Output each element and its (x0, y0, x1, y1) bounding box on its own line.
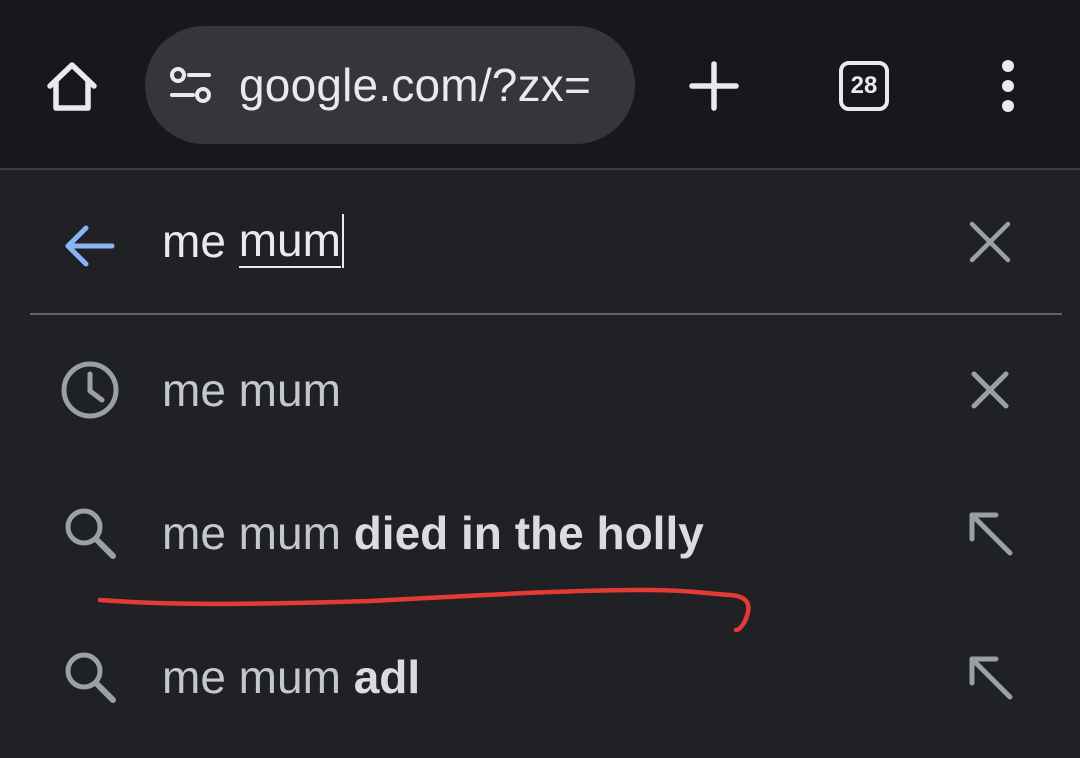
home-button[interactable] (34, 48, 110, 124)
chrome-omnibox-screen: google.com/?zx= 28 me mum me mum me mum … (0, 0, 1080, 758)
address-bar[interactable]: google.com/?zx= (145, 26, 635, 144)
suggestion-search-item[interactable]: me mum died in the holly (0, 468, 1080, 598)
tune-icon (170, 67, 211, 103)
tab-switcher-icon: 28 (839, 61, 889, 111)
search-icon (58, 501, 122, 565)
fill-query-button[interactable] (958, 645, 1022, 709)
fill-query-button[interactable] (958, 501, 1022, 565)
search-icon (58, 645, 122, 709)
search-input-composing: mum (238, 214, 341, 268)
arrow-back-icon (65, 225, 115, 267)
history-icon (58, 358, 122, 422)
clear-input-button[interactable] (958, 210, 1022, 274)
suggestion-bold-text: died in the holly (353, 507, 704, 559)
url-text: google.com/?zx= (239, 59, 592, 111)
text-caret (341, 214, 344, 268)
tab-switcher-button[interactable]: 28 (826, 48, 902, 124)
suggestion-history-item[interactable]: me mum (0, 325, 1080, 455)
arrow-up-left-icon (969, 656, 1013, 700)
suggestion-search-item[interactable]: me mum adl (0, 612, 1080, 742)
arrow-up-left-icon (969, 512, 1013, 556)
suggestion-plain-text: me mum (162, 364, 341, 416)
tab-count: 28 (850, 72, 878, 99)
suggestion-plain-text: me mum (162, 651, 354, 703)
new-tab-button[interactable] (676, 48, 752, 124)
suggestion-text: me mum died in the holly (162, 506, 704, 560)
suggestion-bold-text: adl (353, 651, 421, 703)
suggestion-text: me mum adl (162, 650, 420, 704)
back-button[interactable] (58, 214, 122, 278)
close-icon (969, 221, 1011, 263)
search-edit-row: me mum (0, 170, 1080, 314)
search-input-prefix: me (162, 215, 239, 267)
search-input[interactable]: me mum (162, 208, 344, 274)
site-settings-button[interactable] (165, 59, 217, 111)
browser-toolbar: google.com/?zx= 28 (0, 0, 1080, 170)
overflow-menu-button[interactable] (970, 48, 1046, 124)
remove-suggestion-button[interactable] (958, 358, 1022, 422)
more-vert-icon (1002, 60, 1014, 112)
close-icon (971, 371, 1009, 409)
suggestion-plain-text: me mum (162, 507, 354, 559)
suggestion-text: me mum (162, 363, 341, 417)
home-icon (47, 62, 97, 111)
plus-icon (689, 61, 739, 111)
divider (30, 313, 1062, 315)
